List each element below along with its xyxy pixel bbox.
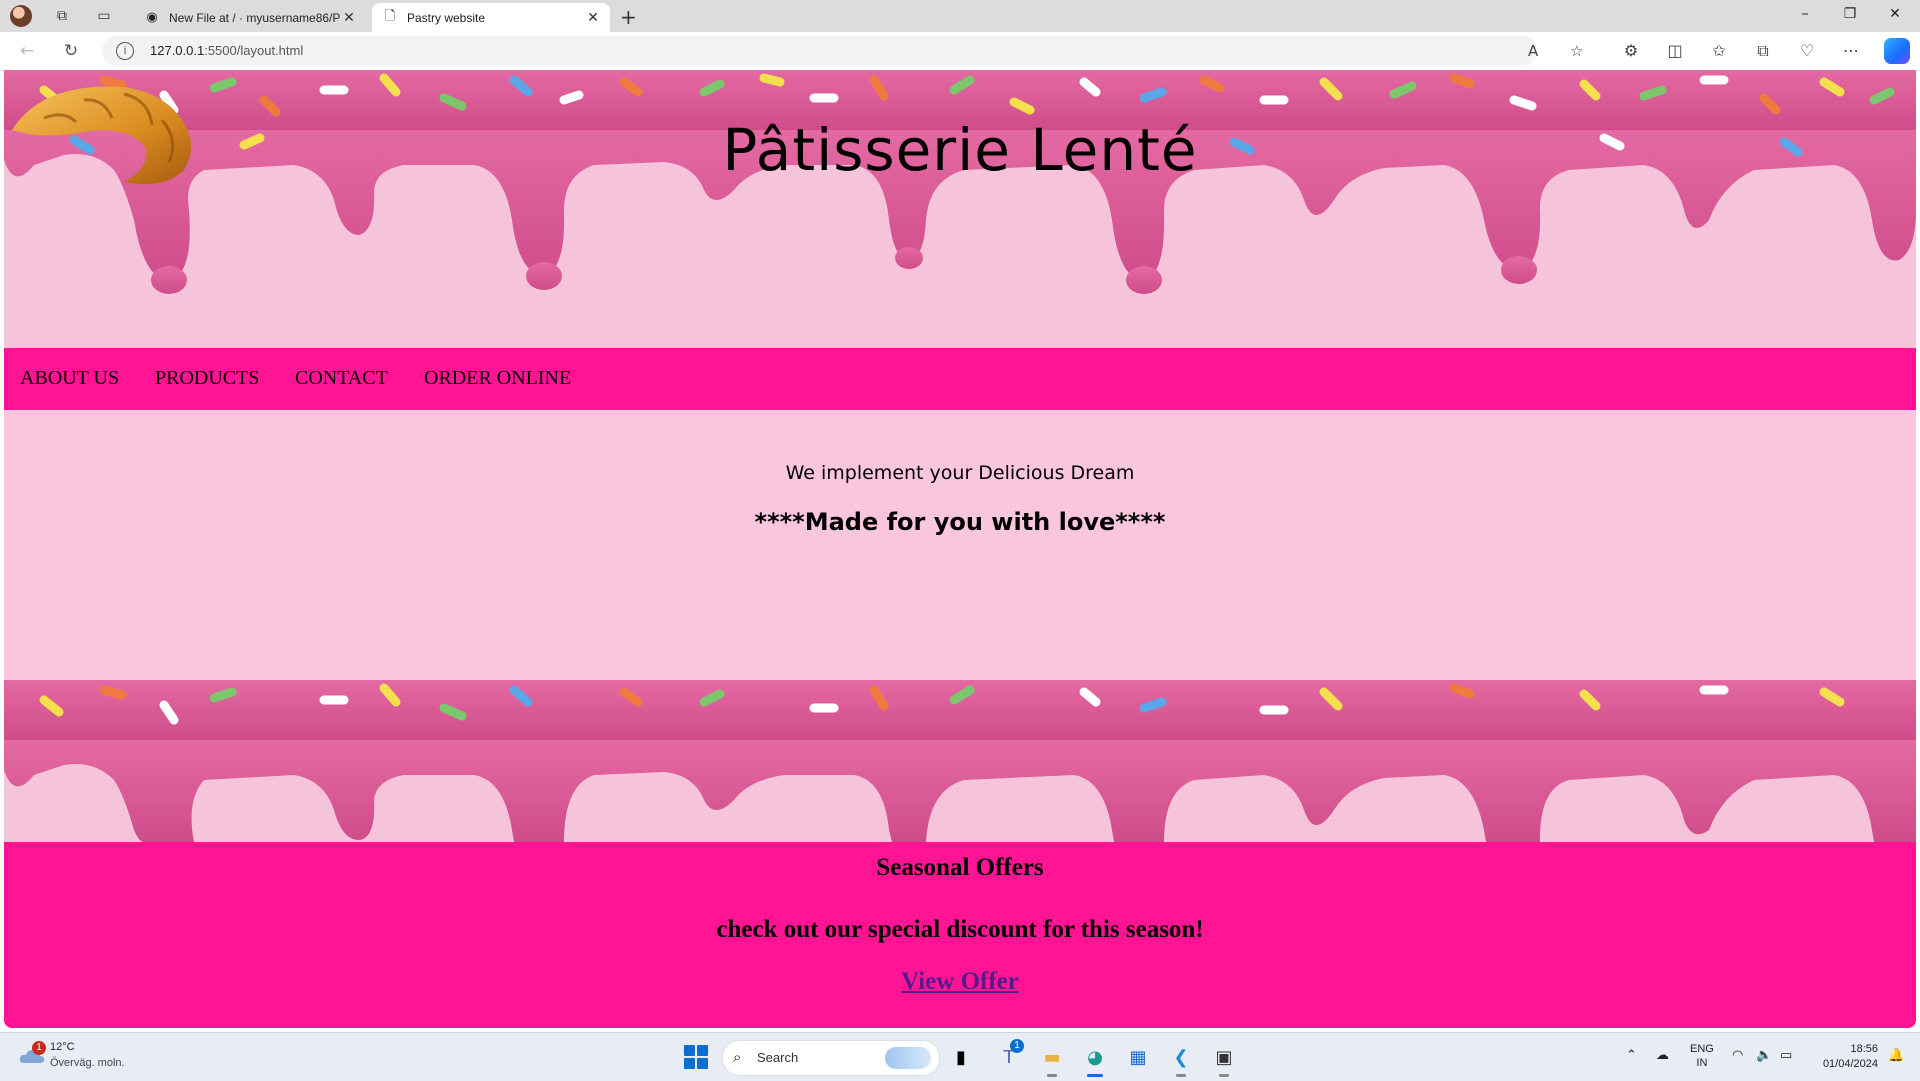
page-icon: 🗋 — [384, 8, 396, 24]
extensions-icon[interactable]: ⚙ — [1620, 40, 1642, 62]
weather-temperature[interactable]: 12°C — [50, 1041, 75, 1053]
refresh-icon[interactable]: ↻ — [60, 40, 82, 62]
nav-products[interactable]: PRODUCTS — [155, 367, 259, 390]
favorite-star-icon[interactable]: ☆ — [1570, 42, 1583, 60]
back-icon[interactable]: ← — [16, 40, 38, 62]
nav-about-us[interactable]: ABOUT US — [20, 367, 119, 390]
browser-tab-bar: ⧉ ▭ ◉ New File at / · myusername86/Pa ✕ … — [0, 0, 1920, 32]
split-screen-icon[interactable]: ◫ — [1664, 40, 1686, 62]
minimize-icon[interactable]: – — [1795, 6, 1815, 22]
page-viewport: Pâtisserie Lenté ABOUT US PRODUCTS CONTA… — [4, 70, 1916, 1028]
clock-date: 01/04/2024 — [1822, 1058, 1878, 1070]
hero-section: We implement your Delicious Dream ****Ma… — [4, 410, 1916, 680]
mid-banner — [4, 680, 1916, 842]
workspaces-icon[interactable]: ⧉ — [52, 6, 72, 26]
clock-time: 18:56 — [1850, 1043, 1878, 1055]
icing-drips-graphic — [4, 70, 1916, 294]
view-offer-link[interactable]: View Offer — [4, 968, 1916, 996]
terminal-icon[interactable]: ▣ — [1209, 1042, 1239, 1077]
offers-heading: Seasonal Offers — [876, 854, 1044, 881]
tab-title: Pastry website — [407, 10, 486, 25]
seasonal-offers-section: Seasonal Offers check out our special di… — [4, 842, 1916, 1028]
close-tab-icon[interactable]: ✕ — [584, 10, 602, 26]
wifi-icon[interactable]: ◠ — [1732, 1048, 1743, 1063]
taskbar-search[interactable]: ⌕ Search — [722, 1040, 940, 1076]
browser-essentials-icon[interactable]: ♡ — [1796, 40, 1818, 62]
offers-text: check out our special discount for this … — [716, 916, 1204, 943]
language-code: ENG — [1690, 1043, 1714, 1055]
github-icon: ◉ — [146, 10, 158, 25]
url-text[interactable]: 127.0.0.1:5500/layout.html — [150, 43, 303, 58]
onedrive-icon[interactable]: ☁ — [1656, 1048, 1669, 1063]
file-explorer-icon[interactable]: ▬ — [1037, 1042, 1067, 1077]
close-tab-icon[interactable]: ✕ — [340, 10, 358, 26]
nav-contact[interactable]: CONTACT — [295, 367, 388, 390]
edge-icon[interactable]: ◕ — [1080, 1042, 1110, 1077]
nav-order-online[interactable]: ORDER ONLINE — [424, 367, 571, 390]
address-toolbar: ← ↻ i 127.0.0.1:5500/layout.html A ☆ ⚙ ◫… — [0, 32, 1920, 71]
address-bar[interactable]: i 127.0.0.1:5500/layout.html A ☆ — [102, 36, 1583, 66]
close-window-icon[interactable]: ✕ — [1885, 6, 1905, 22]
tab-title: New File at / · myusername86/Pa — [169, 10, 340, 25]
profile-avatar[interactable] — [10, 5, 32, 27]
show-hidden-icons-icon[interactable]: ⌃ — [1626, 1048, 1637, 1063]
icing-drips-graphic — [4, 680, 1916, 842]
notifications-icon[interactable]: 🔔 — [1888, 1048, 1904, 1063]
task-view-icon[interactable]: ▮ — [946, 1042, 976, 1072]
more-menu-icon[interactable]: ⋯ — [1840, 40, 1862, 62]
site-info-icon[interactable]: i — [116, 42, 134, 60]
header-banner: Pâtisserie Lenté — [4, 70, 1916, 348]
tagline: We implement your Delicious Dream — [785, 462, 1135, 484]
weather-description[interactable]: Överväg. moln. — [50, 1057, 125, 1069]
start-button[interactable] — [684, 1045, 708, 1069]
system-clock[interactable]: 18:56 01/04/2024 — [1812, 1042, 1878, 1072]
new-tab-button[interactable]: + — [620, 5, 637, 29]
search-icon: ⌕ — [733, 1048, 742, 1066]
vscode-icon[interactable]: ❮ — [1166, 1042, 1196, 1077]
teams-badge: 1 — [1010, 1039, 1024, 1053]
restore-icon[interactable]: ❐ — [1840, 6, 1860, 22]
croissant-image — [12, 86, 192, 185]
tab-pastry-website[interactable]: 🗋 Pastry website ✕ — [372, 3, 610, 32]
main-nav: ABOUT US PRODUCTS CONTACT ORDER ONLINE — [4, 348, 1916, 410]
site-title: Pâtisserie Lenté — [722, 116, 1198, 184]
tab-github[interactable]: ◉ New File at / · myusername86/Pa ✕ — [134, 3, 366, 32]
language-indicator[interactable]: ENG IN — [1690, 1042, 1714, 1070]
store-icon[interactable]: ▦ — [1123, 1042, 1153, 1072]
vertical-tabs-icon[interactable]: ▭ — [94, 6, 114, 26]
read-aloud-icon[interactable]: A — [1528, 42, 1538, 60]
battery-icon[interactable]: ▭ — [1780, 1048, 1792, 1063]
search-highlight-icon — [885, 1047, 931, 1069]
windows-taskbar: 1 12°C Överväg. moln. ⌕ Search ▮ T 1 ▬ ◕… — [0, 1032, 1920, 1081]
copilot-icon[interactable] — [1884, 38, 1910, 64]
collections-icon[interactable]: ⧉ — [1752, 40, 1774, 62]
search-label: Search — [757, 1050, 799, 1065]
keyboard-layout: IN — [1696, 1057, 1708, 1069]
favorites-icon[interactable]: ✩ — [1708, 40, 1730, 62]
volume-icon[interactable]: 🔈 — [1756, 1048, 1772, 1063]
windows-logo-icon — [684, 1045, 695, 1056]
weather-badge: 1 — [32, 1041, 46, 1055]
love-line: ****Made for you with love**** — [754, 508, 1166, 536]
